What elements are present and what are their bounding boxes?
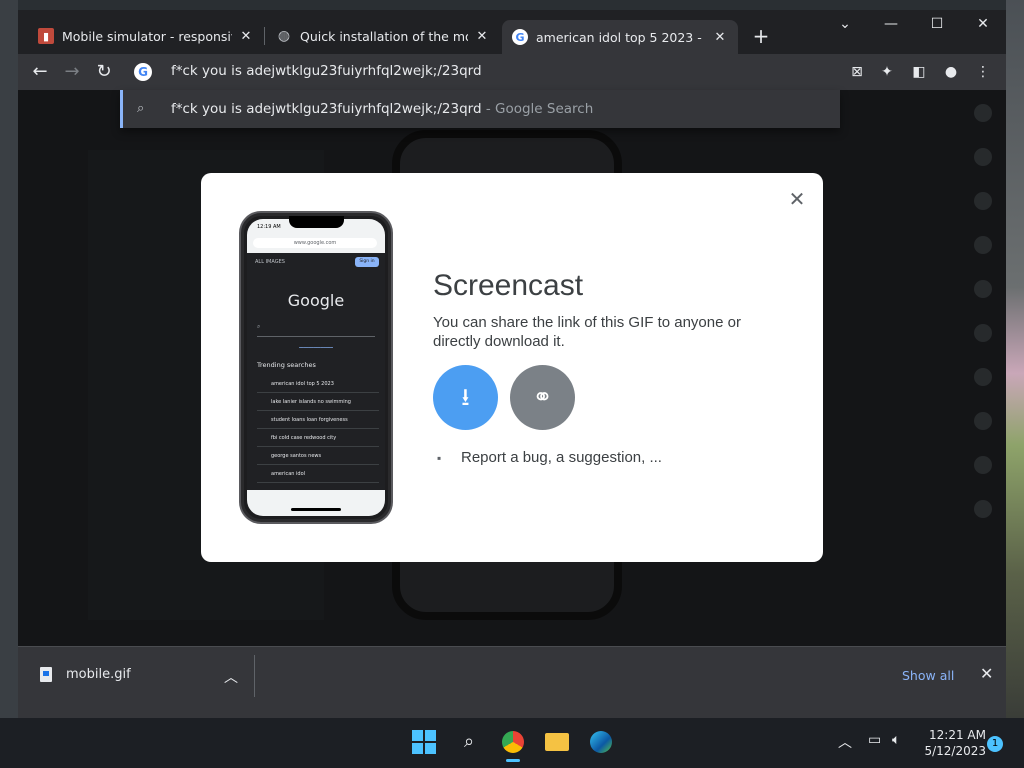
phone-screen: 12:19 AM www.google.com ALL IMAGES Sign …	[247, 219, 385, 516]
close-window-icon[interactable]: ✕	[968, 16, 998, 32]
omnibox-suggestion[interactable]: ⌕ f*ck you is adejwtklgu23fuiyrhfql2wejk…	[120, 90, 840, 128]
phone-trending-item: american idol	[257, 465, 379, 483]
phone-trending-item: lake lanier islands no swimming	[257, 393, 379, 411]
phone-trending-item: american idol top 5 2023	[257, 375, 379, 393]
reload-icon[interactable]: ↻	[92, 60, 116, 84]
address-bar[interactable]: G f*ck you is adejwtklgu23fuiyrhfql2wejk…	[118, 54, 840, 90]
tab-title: Mobile simulator - responsive te	[62, 28, 232, 44]
search-icon: ⌕	[137, 101, 145, 116]
google-icon: G	[134, 63, 152, 81]
address-input[interactable]: f*ck you is adejwtklgu23fuiyrhfql2wejk;/…	[171, 63, 482, 79]
back-icon[interactable]: ←	[28, 60, 52, 84]
gif-preview-phone: 12:19 AM www.google.com ALL IMAGES Sign …	[241, 213, 391, 522]
edge-icon[interactable]	[587, 728, 615, 756]
show-all-button[interactable]: Show all	[896, 665, 960, 686]
tab-title: Quick installation of the mobile s	[300, 28, 468, 44]
desktop-wallpaper-edge	[1006, 0, 1024, 718]
tab-quick-installation[interactable]: ◍ Quick installation of the mobile s ✕	[266, 21, 500, 51]
close-icon[interactable]: ✕	[787, 187, 807, 211]
phone-url: www.google.com	[253, 238, 377, 248]
volume-icon[interactable]: 🔈︎	[892, 732, 900, 748]
taskbar: ⌕ ︿ ▭ 🔈︎ 12:21 AM 5/12/2023 1	[0, 718, 1024, 768]
start-button[interactable]	[410, 728, 438, 756]
chevron-up-icon[interactable]: ︿	[838, 732, 852, 752]
screencast-modal: ✕ 12:19 AM www.google.com ALL IMAGES Sig…	[201, 173, 823, 562]
phone-google-logo: Google	[287, 291, 345, 310]
feedback-icon: ▪	[437, 451, 442, 465]
tab-search-icon[interactable]: ⌄	[830, 16, 860, 32]
link-icon: ⚭	[532, 383, 553, 411]
copy-link-button[interactable]: ⚭	[510, 365, 575, 430]
page-content: ✕ 12:19 AM www.google.com ALL IMAGES Sig…	[18, 90, 1006, 646]
file-explorer-icon[interactable]	[543, 728, 571, 756]
menu-icon[interactable]: ⋮	[974, 63, 992, 81]
report-bug-link[interactable]: ▪ Report a bug, a suggestion, ...	[437, 449, 662, 466]
download-icon: ⭳	[461, 383, 470, 411]
minimize-icon[interactable]: —	[876, 16, 906, 32]
clock[interactable]: 12:21 AM 5/12/2023	[920, 727, 986, 759]
suggestion-query: f*ck you is adejwtklgu23fuiyrhfql2wejk;/…	[171, 101, 482, 117]
report-label: Report a bug, a suggestion, ...	[461, 449, 662, 466]
close-icon[interactable]: ✕	[712, 30, 728, 45]
clock-date: 5/12/2023	[924, 744, 986, 758]
phone-search-tabs: ALL IMAGES	[255, 259, 285, 265]
tab-separator	[264, 27, 265, 45]
phone-promo: ━━━━━━━━━━━━━━	[299, 345, 333, 350]
phone-home-indicator	[291, 508, 341, 511]
phone-notch	[289, 216, 344, 228]
close-icon[interactable]: ✕	[474, 29, 490, 44]
forward-icon[interactable]: →	[60, 60, 84, 84]
tab-mobile-simulator[interactable]: ▮ Mobile simulator - responsive te ✕	[28, 21, 264, 51]
windows-icon	[412, 730, 436, 754]
phone-status-time: 12:19 AM	[257, 224, 281, 230]
chevron-up-icon[interactable]: ︿	[224, 667, 238, 687]
modal-description: You can share the link of this GIF to an…	[433, 314, 741, 350]
phone-signin-button: Sign in	[355, 257, 379, 267]
profile-icon[interactable]: ●	[942, 63, 960, 81]
divider	[254, 655, 255, 697]
browser-window: ▮ Mobile simulator - responsive te ✕ ◍ Q…	[18, 10, 1006, 718]
phone-trending-header: Trending searches	[257, 361, 316, 369]
suggestion-suffix: - Google Search	[481, 101, 594, 117]
phone-trending-item: fbi cold case redwood city	[257, 429, 379, 447]
google-icon: G	[512, 29, 528, 45]
new-tab-button[interactable]: +	[750, 24, 772, 48]
download-button[interactable]: ⭳	[433, 365, 498, 430]
tab-american-idol[interactable]: G american idol top 5 2023 - Goog ✕	[502, 20, 738, 54]
file-icon	[40, 667, 52, 682]
extensions-icon[interactable]: ✦	[878, 63, 896, 81]
desktop-left-edge	[0, 0, 18, 718]
modal-title: Screencast	[433, 269, 584, 302]
phone-trending-item: george santos news	[257, 447, 379, 465]
phone-search-box: ⌕	[257, 323, 375, 337]
chrome-icon[interactable]	[499, 728, 527, 762]
phone-trending-item: student loans loan forgiveness	[257, 411, 379, 429]
globe-icon: ◍	[277, 28, 291, 44]
maximize-icon[interactable]: ☐	[922, 16, 952, 32]
tab-strip: ▮ Mobile simulator - responsive te ✕ ◍ Q…	[18, 10, 1006, 54]
side-panel-icon[interactable]: ◧	[910, 63, 928, 81]
search-icon[interactable]: ⌕	[455, 728, 483, 756]
toolbar: ← → ↻ G f*ck you is adejwtklgu23fuiyrhfq…	[18, 54, 1006, 90]
notification-badge[interactable]: 1	[987, 736, 1003, 752]
suggestion-text: f*ck you is adejwtklgu23fuiyrhfql2wejk;/…	[171, 101, 593, 117]
phone-bottom-bar	[247, 490, 385, 516]
clock-time: 12:21 AM	[929, 728, 986, 742]
translate-icon[interactable]: ⊠	[848, 63, 866, 81]
downloads-bar: mobile.gif ︿ Show all ✕	[18, 646, 1006, 718]
close-icon[interactable]: ✕	[980, 664, 993, 683]
download-file-name: mobile.gif	[66, 667, 131, 682]
close-icon[interactable]: ✕	[238, 29, 254, 44]
mobile-simulator-favicon-icon: ▮	[38, 28, 54, 44]
download-item[interactable]: mobile.gif	[40, 667, 131, 682]
network-icon[interactable]: ▭	[868, 732, 881, 748]
tab-title: american idol top 5 2023 - Goog	[536, 29, 706, 45]
